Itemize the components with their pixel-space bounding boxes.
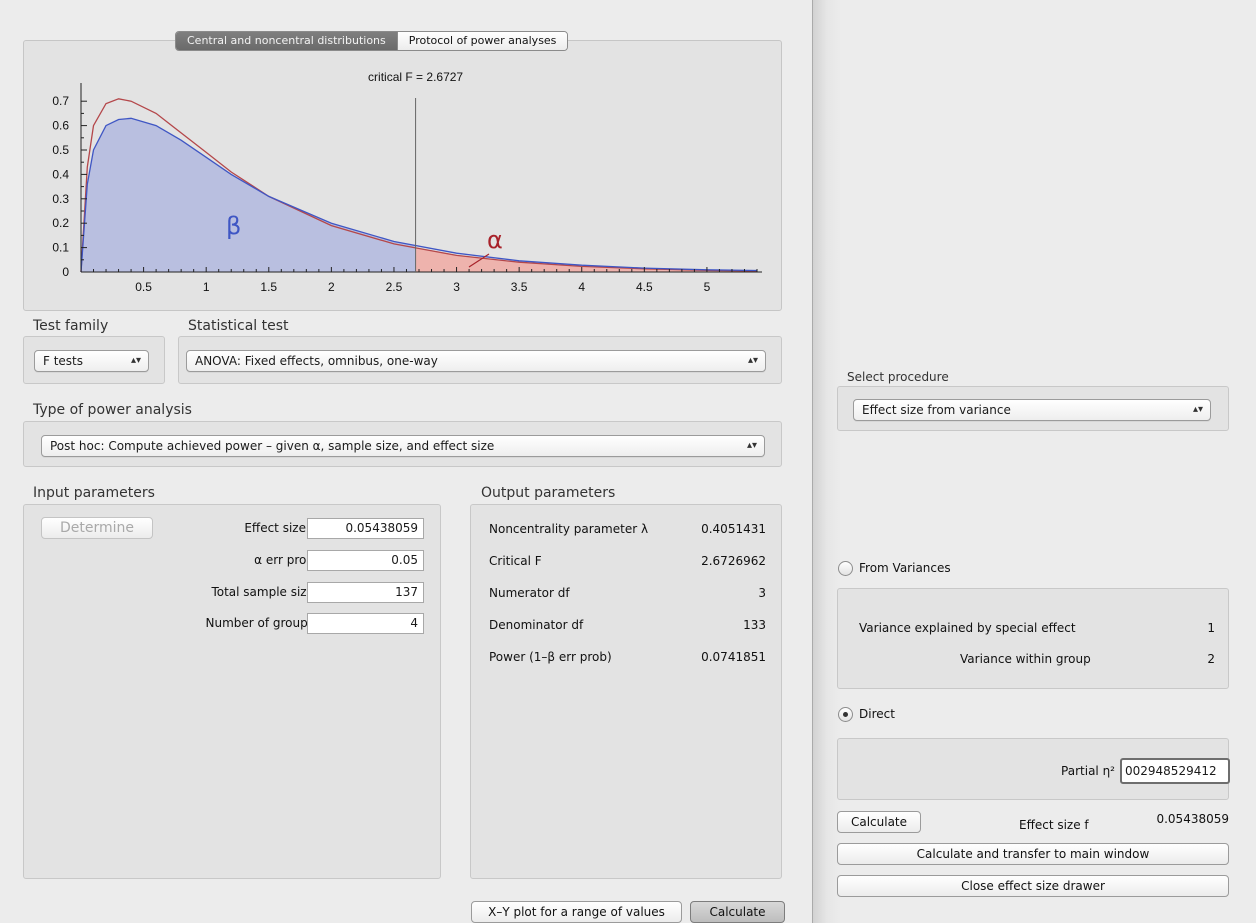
alpha-err-field[interactable]: 0.05 xyxy=(307,550,424,571)
variance-explained-label: Variance explained by special effect xyxy=(859,621,1076,635)
variance-explained-value[interactable]: 1 xyxy=(1168,621,1215,635)
direct-radio[interactable] xyxy=(838,707,853,722)
output-parameters-group: Noncentrality parameter λ 0.4051431 Crit… xyxy=(470,504,782,879)
from-variances-radio[interactable] xyxy=(838,561,853,576)
select-arrows-icon: ▴▾ xyxy=(130,355,141,366)
direct-group: Partial η² 002948529412 xyxy=(837,738,1230,800)
x-tick-label: 4.5 xyxy=(636,280,653,294)
x-tick-label: 2 xyxy=(328,280,335,294)
critical-value-label: critical F = 2.6727 xyxy=(368,70,463,84)
alpha-area xyxy=(415,247,757,272)
y-tick-label: 0.5 xyxy=(52,143,69,157)
variance-within-label: Variance within group xyxy=(960,652,1091,666)
effect-size-label: Effect size f xyxy=(244,521,314,535)
from-variances-label: From Variances xyxy=(859,561,951,575)
statistical-test-value: ANOVA: Fixed effects, omnibus, one-way xyxy=(195,354,438,368)
select-procedure-label: Select procedure xyxy=(847,370,949,384)
power-value: 0.0741851 xyxy=(701,650,766,664)
variance-within-value[interactable]: 2 xyxy=(1168,652,1215,666)
input-parameters-group: Determine Effect size f 0.05438059 α err… xyxy=(23,504,441,879)
drawer-calculate-button[interactable]: Calculate xyxy=(837,811,921,833)
input-parameters-title: Input parameters xyxy=(33,485,155,501)
alpha-err-label: α err prob xyxy=(254,553,314,567)
test-family-select[interactable]: F tests ▴▾ xyxy=(34,350,149,372)
total-sample-size-field[interactable]: 137 xyxy=(307,582,424,603)
partial-eta-label: Partial η² xyxy=(1061,764,1115,778)
x-tick-label: 2.5 xyxy=(386,280,403,294)
partial-eta-field[interactable]: 002948529412 xyxy=(1120,758,1230,784)
numerator-df-label: Numerator df xyxy=(489,586,570,600)
x-tick-label: 3.5 xyxy=(511,280,528,294)
distribution-plot: 0.5 1 1.5 2 2.5 3 3.5 4 4.5 5 0 0.1 0.2 0.3 0.4 0.5 0.6 0… xyxy=(52,70,762,294)
power-analysis-select[interactable]: Post hoc: Compute achieved power – given… xyxy=(41,435,765,457)
procedure-group: Effect size from variance ▴▾ xyxy=(837,386,1229,431)
y-tick-label: 0.7 xyxy=(52,94,69,108)
x-tick-label: 1.5 xyxy=(260,280,277,294)
distribution-plot-panel: 0.5 1 1.5 2 2.5 3 3.5 4 4.5 5 0 0.1 0.2 0.3 0.4 0.5 0.6 0… xyxy=(23,40,782,311)
y-tick-label: 0.4 xyxy=(52,167,69,181)
denominator-df-value: 133 xyxy=(743,618,766,632)
beta-area xyxy=(81,118,416,272)
test-family-value: F tests xyxy=(43,354,84,368)
x-tick-label: 5 xyxy=(704,280,711,294)
x-tick-label: 3 xyxy=(453,280,460,294)
power-analysis-value: Post hoc: Compute achieved power – given… xyxy=(50,439,495,453)
number-of-groups-field[interactable]: 4 xyxy=(307,613,424,634)
main-window: 0.5 1 1.5 2 2.5 3 3.5 4 4.5 5 0 0.1 0.2 0.3 0.4 0.5 0.6 0… xyxy=(0,0,812,923)
select-arrows-icon: ▴▾ xyxy=(1192,404,1203,415)
tab-protocol[interactable]: Protocol of power analyses xyxy=(396,32,568,50)
y-tick-label: 0.2 xyxy=(52,216,69,230)
x-tick-label: 4 xyxy=(578,280,585,294)
xy-plot-button[interactable]: X–Y plot for a range of values xyxy=(471,901,682,923)
y-tick-label: 0.6 xyxy=(52,119,69,133)
select-arrows-icon: ▴▾ xyxy=(747,355,758,366)
effect-size-f-label: Effect size f xyxy=(1019,818,1089,832)
denominator-df-label: Denominator df xyxy=(489,618,584,632)
statistical-test-group: ANOVA: Fixed effects, omnibus, one-way ▴… xyxy=(178,336,782,384)
statistical-test-label: Statistical test xyxy=(188,318,289,334)
select-arrows-icon: ▴▾ xyxy=(746,440,757,451)
calculate-button[interactable]: Calculate xyxy=(690,901,785,923)
effect-size-f-value: 0.05438059 xyxy=(1156,812,1229,826)
y-tick-label: 0.3 xyxy=(52,192,69,206)
number-of-groups-label: Number of groups xyxy=(205,616,314,630)
from-variances-group: Variance explained by special effect 1 V… xyxy=(837,588,1229,689)
power-analysis-group: Post hoc: Compute achieved power – given… xyxy=(23,421,782,467)
critical-f-label: Critical F xyxy=(489,554,542,568)
statistical-test-select[interactable]: ANOVA: Fixed effects, omnibus, one-way ▴… xyxy=(186,350,766,372)
test-family-label: Test family xyxy=(33,318,109,334)
test-family-group: F tests ▴▾ xyxy=(23,336,165,384)
beta-symbol: β xyxy=(226,212,241,240)
procedure-value: Effect size from variance xyxy=(862,403,1011,417)
y-tick-label: 0.1 xyxy=(52,241,69,255)
direct-label: Direct xyxy=(859,707,895,721)
y-tick-label: 0 xyxy=(62,265,69,279)
x-tick-label: 1 xyxy=(203,280,210,294)
output-parameters-title: Output parameters xyxy=(481,485,616,501)
x-tick-label: 0.5 xyxy=(135,280,152,294)
effect-size-field[interactable]: 0.05438059 xyxy=(307,518,424,539)
total-sample-size-label: Total sample size xyxy=(211,585,314,599)
noncentrality-label: Noncentrality parameter λ xyxy=(489,522,649,536)
power-label: Power (1–β err prob) xyxy=(489,650,612,664)
plot-tabs: Central and noncentral distributions Pro… xyxy=(175,31,569,51)
alpha-symbol: α xyxy=(487,226,503,254)
calculate-and-transfer-button[interactable]: Calculate and transfer to main window xyxy=(837,843,1229,865)
procedure-select[interactable]: Effect size from variance ▴▾ xyxy=(853,399,1211,421)
tab-distributions[interactable]: Central and noncentral distributions xyxy=(176,32,397,50)
critical-f-value: 2.6726962 xyxy=(701,554,766,568)
power-analysis-label: Type of power analysis xyxy=(33,402,192,418)
noncentrality-value: 0.4051431 xyxy=(701,522,766,536)
effect-size-drawer: Select procedure Effect size from varian… xyxy=(812,0,1256,923)
close-drawer-button[interactable]: Close effect size drawer xyxy=(837,875,1229,897)
numerator-df-value: 3 xyxy=(758,586,766,600)
